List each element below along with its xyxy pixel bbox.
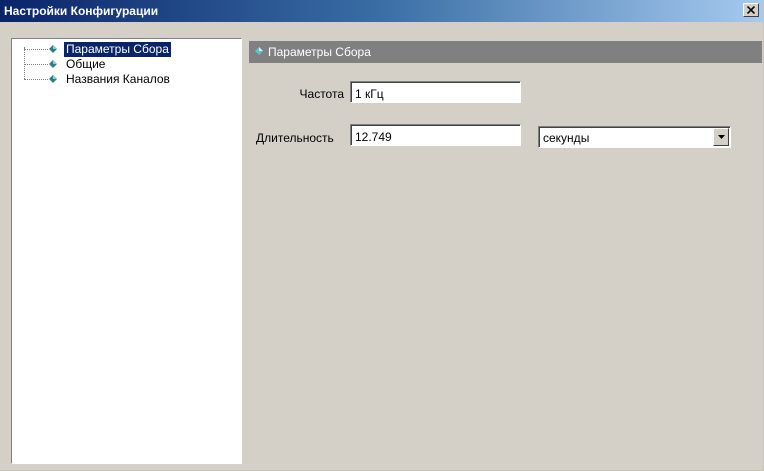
section-header: Параметры Сбора <box>249 41 762 63</box>
gem-icon <box>49 75 57 83</box>
tree-item-general[interactable]: Общие <box>12 57 241 72</box>
title-bar[interactable]: Настройки Конфигурации <box>0 0 763 22</box>
tree-branch-line <box>24 49 48 51</box>
duration-unit-select[interactable]: секунды <box>538 126 731 148</box>
gem-icon <box>49 45 57 53</box>
close-button[interactable] <box>743 3 759 17</box>
tree-branch-line <box>24 79 48 81</box>
tree-item-acquisition[interactable]: Параметры Сбора <box>12 41 241 58</box>
gem-icon <box>49 60 57 68</box>
settings-window: Настройки Конфигурации Параметры Сбора О… <box>0 0 764 471</box>
chevron-down-icon <box>717 135 725 139</box>
section-title: Параметры Сбора <box>268 45 371 59</box>
window-title: Настройки Конфигурации <box>4 4 159 18</box>
tree-item-label: Названия Каналов <box>66 72 170 86</box>
dialog-client-area: Параметры Сбора Общие Названия Каналов П… <box>7 30 762 468</box>
duration-label: Длительность <box>256 131 334 145</box>
tree-item-label: Параметры Сбора <box>63 41 172 58</box>
gem-icon <box>255 47 263 55</box>
frequency-label: Частота <box>299 87 344 101</box>
close-icon <box>747 6 755 14</box>
frequency-input[interactable] <box>350 81 521 103</box>
duration-unit-value: секунды <box>543 131 590 145</box>
tree-item-label: Общие <box>66 57 106 71</box>
tree-branch-line <box>24 64 48 66</box>
tree-item-channel-names[interactable]: Названия Каналов <box>12 72 241 87</box>
dropdown-button[interactable] <box>713 128 729 146</box>
settings-tree[interactable]: Параметры Сбора Общие Названия Каналов <box>11 38 242 464</box>
settings-page: Параметры Сбора Частота Длительность сек… <box>249 38 762 464</box>
duration-input[interactable] <box>350 124 521 146</box>
